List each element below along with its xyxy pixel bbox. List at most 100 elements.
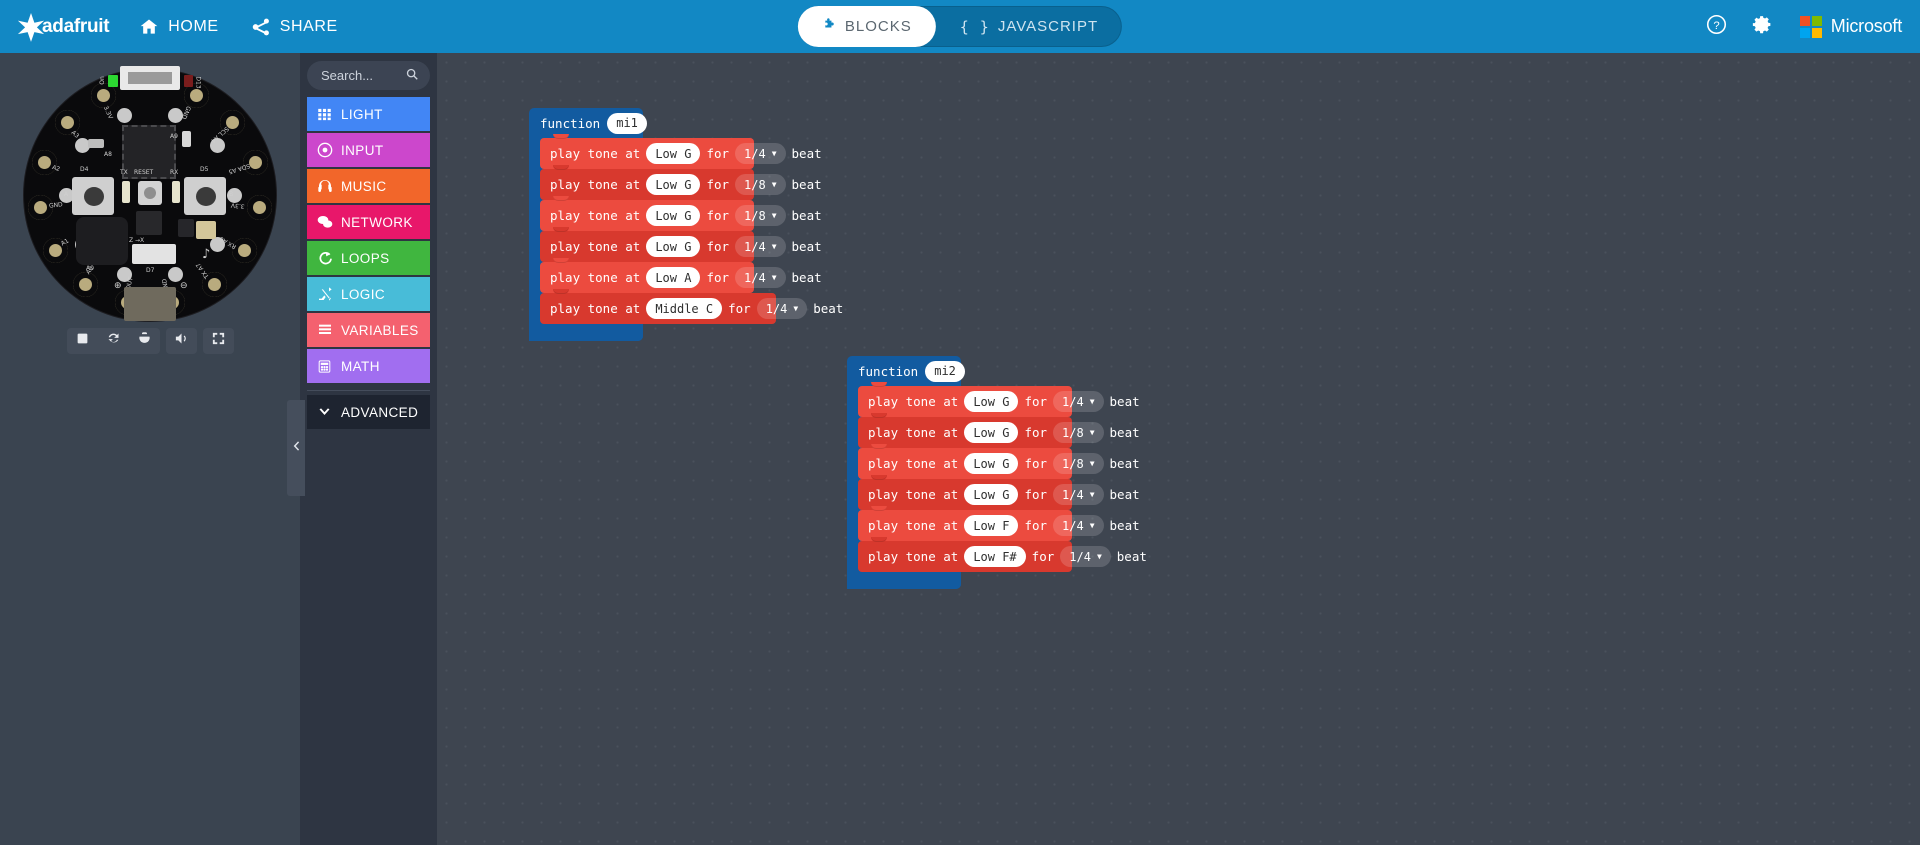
- mute-button[interactable]: [166, 328, 197, 354]
- label-a9: A9: [170, 133, 178, 140]
- d13-led: [184, 75, 193, 87]
- bug-icon: [137, 331, 152, 351]
- play-tone-block[interactable]: play tone at Low F for 1/4 ▼ beat: [858, 506, 1140, 541]
- sidebar-item-advanced[interactable]: ADVANCED: [307, 395, 430, 429]
- help-button[interactable]: ?: [1694, 0, 1740, 53]
- sidebar-item-label: LOGIC: [341, 286, 386, 302]
- tab-javascript[interactable]: { } JAVASCRIPT: [936, 6, 1122, 47]
- slide-switch[interactable]: [132, 244, 176, 264]
- beat-dropdown[interactable]: 1/4 ▼: [735, 236, 786, 257]
- beat-dropdown[interactable]: 1/4 ▼: [1060, 546, 1111, 567]
- note-field[interactable]: Low G: [964, 484, 1019, 505]
- beat-dropdown[interactable]: 1/8 ▼: [1053, 422, 1104, 443]
- pad-label: TX A7: [194, 260, 211, 280]
- beat-dropdown[interactable]: 1/4 ▼: [735, 143, 786, 164]
- io-pad[interactable]: [246, 195, 272, 221]
- settings-button[interactable]: [1740, 0, 1786, 53]
- adafruit-star-icon: [16, 12, 46, 42]
- play-tone-block[interactable]: play tone at Low G for 1/4 ▼ beat: [858, 382, 1140, 417]
- button-b-dome[interactable]: [196, 187, 216, 206]
- sidebar-item-logic[interactable]: LOGIC: [307, 277, 430, 311]
- function-mi1-block[interactable]: function mi1 play tone at Low G for 1/4 ▼ bea…: [529, 108, 843, 341]
- function-mi2-body: play tone at Low Gfor 1/4 ▼ beat play tone at…: [847, 382, 1147, 572]
- category-list: LIGHT INPUT MUSIC NETWORK LOOPS LOGIC VARIABLE…: [307, 97, 430, 383]
- beat-dropdown[interactable]: 1/8 ▼: [735, 205, 786, 226]
- battery-connector: [124, 287, 176, 321]
- stop-button[interactable]: [67, 328, 98, 354]
- play-tone-block[interactable]: play tone at Low F# for 1/4 ▼ beat: [858, 537, 1147, 572]
- search-input[interactable]: Search...: [307, 61, 430, 90]
- sidebar-item-loops[interactable]: LOOPS: [307, 241, 430, 275]
- beat-dropdown[interactable]: 1/8 ▼: [1053, 453, 1104, 474]
- label-axes: Z →X: [129, 237, 145, 244]
- beat-dropdown[interactable]: 1/4 ▼: [1053, 515, 1104, 536]
- play-tone-block[interactable]: play tone at Low A for 1/4 ▼ beat: [540, 258, 822, 293]
- play-tone-block[interactable]: play tone at Low G for 1/8 ▼ beat: [540, 196, 822, 231]
- light-sensor[interactable]: [88, 139, 104, 148]
- label-sound-icon: ♪: [202, 247, 211, 262]
- sim-control-group-main: [66, 328, 160, 354]
- play-tone-block[interactable]: play tone at Low G for 1/8 ▼ beat: [540, 165, 822, 200]
- circuit-playground-board[interactable]: GND SCL A4 SDA A5 3.3V RX A6 TX A7 GND VOUT A0 A1…: [24, 66, 276, 321]
- braces-icon: { }: [959, 17, 990, 36]
- note-field[interactable]: Low G: [646, 174, 701, 195]
- function-keyword: function: [858, 363, 919, 379]
- neopixel[interactable]: [116, 107, 132, 123]
- label-minus: ⊖: [180, 281, 188, 291]
- beat-dropdown[interactable]: 1/4 ▼: [735, 267, 786, 288]
- beat-dropdown[interactable]: 1/4 ▼: [1053, 484, 1104, 505]
- sidebar-item-input[interactable]: INPUT: [307, 133, 430, 167]
- function-name-field[interactable]: mi1: [607, 112, 647, 134]
- beat-dropdown[interactable]: 1/4 ▼: [756, 298, 808, 319]
- play-tone-block[interactable]: play tone at Low G for 1/4 ▼ beat: [858, 475, 1140, 510]
- sidebar-item-network[interactable]: NETWORK: [307, 205, 430, 239]
- button-a-dome[interactable]: [84, 187, 104, 206]
- beat-label: beat: [791, 270, 822, 285]
- microphone[interactable]: [196, 221, 216, 239]
- adafruit-logo[interactable]: adafruit: [0, 0, 123, 53]
- function-name-field[interactable]: mi2: [925, 360, 965, 382]
- io-pad[interactable]: [73, 271, 99, 297]
- share-button[interactable]: SHARE: [235, 0, 354, 53]
- note-field[interactable]: Low F: [964, 515, 1019, 536]
- note-field[interactable]: Middle C: [646, 298, 723, 319]
- toolbox-panel: Search... LIGHT INPUT MUSIC NETWORK LOOPS LOG…: [300, 53, 437, 845]
- home-button[interactable]: HOME: [123, 0, 234, 53]
- sidebar-item-variables[interactable]: VARIABLES: [307, 313, 430, 347]
- microsoft-squares-icon: [1799, 15, 1822, 38]
- note-field[interactable]: Low G: [646, 236, 701, 257]
- note-field[interactable]: Low G: [964, 422, 1019, 443]
- function-mi1-body: play tone at Low Gfor 1/4 ▼ beat play tone at…: [529, 134, 843, 324]
- play-tone-block[interactable]: play tone at Low G for 1/8 ▼ beat: [858, 444, 1140, 479]
- beat-dropdown[interactable]: 1/8 ▼: [735, 174, 786, 195]
- thermistor[interactable]: [182, 131, 191, 147]
- beat-dropdown[interactable]: 1/4 ▼: [1053, 391, 1104, 412]
- fullscreen-button[interactable]: [203, 328, 234, 354]
- play-tone-block[interactable]: play tone at Low G for 1/4 ▼ beat: [540, 134, 822, 169]
- debug-button[interactable]: [129, 328, 160, 354]
- note-field[interactable]: Low G: [646, 143, 701, 164]
- play-tone-block[interactable]: play tone at Low G for 1/8 ▼ beat: [858, 413, 1140, 448]
- microsoft-logo[interactable]: Microsoft: [1786, 15, 1920, 38]
- sidebar-item-math[interactable]: MATH: [307, 349, 430, 383]
- toolbox-collapse-handle[interactable]: [287, 400, 305, 496]
- note-field[interactable]: Low G: [646, 205, 701, 226]
- reset-dome[interactable]: [144, 187, 156, 199]
- note-field[interactable]: Low G: [964, 453, 1019, 474]
- restart-button[interactable]: [98, 328, 129, 354]
- sidebar-item-music[interactable]: MUSIC: [307, 169, 430, 203]
- play-tone-block[interactable]: play tone at Middle C for 1/4 ▼ beat: [540, 289, 843, 324]
- note-field[interactable]: Low A: [646, 267, 701, 288]
- blocks-workspace[interactable]: function mi1 play tone at Low G for 1/4 ▼ bea…: [437, 53, 1920, 845]
- io-pad[interactable]: [232, 238, 258, 264]
- function-mi2-hat: function mi2: [847, 356, 965, 386]
- expand-icon: [211, 331, 226, 351]
- note-field[interactable]: Low G: [964, 391, 1019, 412]
- sim-control-group-fullscreen: [202, 328, 234, 354]
- note-field[interactable]: Low F#: [964, 546, 1026, 567]
- tab-blocks[interactable]: BLOCKS: [797, 6, 936, 47]
- svg-text:?: ?: [1714, 19, 1720, 31]
- sidebar-item-light[interactable]: LIGHT: [307, 97, 430, 131]
- play-tone-block[interactable]: play tone at Low G for 1/4 ▼ beat: [540, 227, 822, 262]
- function-mi2-block[interactable]: function mi2 play tone at Low G for 1/4 ▼ bea…: [847, 356, 1147, 589]
